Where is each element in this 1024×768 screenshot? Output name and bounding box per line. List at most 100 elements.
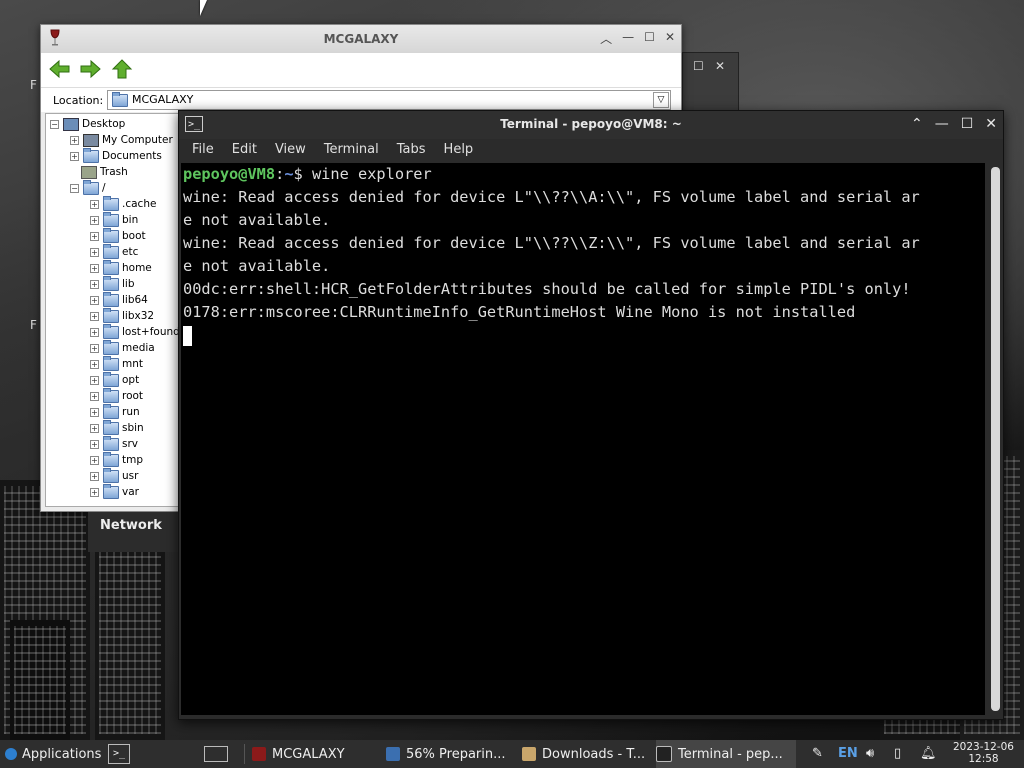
maximize-icon[interactable]: ☐ xyxy=(961,116,974,132)
tree-expander-icon[interactable]: + xyxy=(90,407,99,417)
tree-expander-icon[interactable]: + xyxy=(90,455,99,465)
taskbar-task[interactable]: 56% Preparin... xyxy=(386,740,516,768)
tree-expander-icon[interactable]: + xyxy=(90,327,99,337)
tree-item[interactable]: + opt xyxy=(90,371,139,388)
show-desktop-button[interactable] xyxy=(204,740,228,768)
terminal-output[interactable]: pepoyo@VM8:~$ wine explorer wine: Read a… xyxy=(181,163,985,715)
explorer-titlebar[interactable]: MCGALAXY ︿ — ☐ ✕ xyxy=(41,25,681,53)
tree-item[interactable]: − Desktop xyxy=(50,116,125,132)
tree-expander-icon[interactable]: + xyxy=(90,439,99,449)
menu-item-file[interactable]: File xyxy=(183,139,223,161)
folder-icon xyxy=(522,747,536,761)
up-arrow-icon[interactable] xyxy=(111,59,133,79)
tree-expander-icon[interactable]: + xyxy=(90,487,99,497)
tree-expander-icon[interactable]: + xyxy=(90,295,99,305)
chevron-up-icon[interactable]: ︿ xyxy=(600,30,612,47)
menu-item-help[interactable]: Help xyxy=(435,139,483,161)
tree-item[interactable]: + root xyxy=(90,387,143,404)
tree-expander-icon[interactable]: + xyxy=(70,135,79,145)
background-window[interactable]: ☐ ✕ xyxy=(682,52,739,114)
folder-tree[interactable]: − Desktop + My Computer + Documents Trash − / + .c… xyxy=(45,113,179,507)
tree-item[interactable]: + bin xyxy=(90,211,138,228)
forward-arrow-icon[interactable] xyxy=(79,59,101,79)
tree-item[interactable]: + home xyxy=(90,259,152,276)
terminal-scrollbar[interactable] xyxy=(991,167,1000,711)
tree-expander-icon[interactable]: − xyxy=(50,119,59,129)
tree-item[interactable]: + var xyxy=(90,483,139,500)
notification-bell-icon[interactable]: 🔔︎ xyxy=(920,746,937,761)
location-value: MCGALAXY xyxy=(132,93,194,106)
volume-icon[interactable]: 🔊︎ xyxy=(866,746,874,761)
minimize-icon[interactable]: — xyxy=(622,30,634,47)
output-line: wine: Read access denied for device L"\\… xyxy=(183,188,920,206)
tree-item[interactable]: + lib xyxy=(90,275,135,292)
minimize-icon[interactable]: — xyxy=(935,116,949,132)
terminal-launcher[interactable]: >_ xyxy=(108,740,130,768)
taskbar-task[interactable]: MCGALAXY xyxy=(252,740,380,768)
tree-expander-icon[interactable]: + xyxy=(90,231,99,241)
install-icon xyxy=(386,747,400,761)
taskbar-task[interactable]: Downloads - T... xyxy=(522,740,652,768)
tree-item[interactable]: + lib64 xyxy=(90,291,148,308)
tree-item[interactable]: + etc xyxy=(90,243,138,260)
tree-item[interactable]: − / xyxy=(70,179,106,196)
taskbar-task[interactable]: Terminal - pep... xyxy=(656,740,796,768)
tree-item[interactable]: + usr xyxy=(90,467,138,484)
clock[interactable]: 2023-12-06 12:58 xyxy=(953,741,1014,765)
tree-expander-icon[interactable]: + xyxy=(90,263,99,273)
tree-item-label: lib64 xyxy=(122,294,148,306)
tree-expander-icon[interactable]: + xyxy=(90,423,99,433)
tree-item[interactable]: + media xyxy=(90,339,155,356)
tree-expander-icon[interactable]: + xyxy=(90,199,99,209)
prompt-separator: : xyxy=(275,165,285,183)
menu-item-edit[interactable]: Edit xyxy=(223,139,266,161)
keyboard-layout[interactable]: EN xyxy=(838,746,858,761)
chevron-up-icon[interactable]: ⌃ xyxy=(911,116,923,132)
maximize-icon[interactable]: ☐ xyxy=(644,30,655,47)
tree-item-label: My Computer xyxy=(102,134,173,146)
maximize-icon[interactable]: ☐ xyxy=(693,59,704,73)
tree-expander-icon[interactable]: + xyxy=(90,279,99,289)
tree-item[interactable]: + tmp xyxy=(90,451,143,468)
menu-item-terminal[interactable]: Terminal xyxy=(315,139,388,161)
tree-item[interactable]: + srv xyxy=(90,435,138,452)
menu-item-tabs[interactable]: Tabs xyxy=(388,139,435,161)
folder-icon xyxy=(83,147,99,163)
tree-expander-icon[interactable]: + xyxy=(90,215,99,225)
battery-icon[interactable]: ▯ xyxy=(894,746,901,761)
tree-item[interactable]: Trash xyxy=(70,164,128,180)
tree-item[interactable]: + .cache xyxy=(90,195,156,212)
prompt-line: pepoyo@VM8:~$ wine explorer xyxy=(183,163,985,186)
tree-item[interactable]: + My Computer xyxy=(70,132,173,148)
xfce-logo-icon xyxy=(5,748,17,760)
chevron-down-icon[interactable]: ▽ xyxy=(653,92,669,108)
tree-expander-icon[interactable]: + xyxy=(90,311,99,321)
close-icon[interactable]: ✕ xyxy=(715,59,725,73)
terminal-window[interactable]: >_ Terminal - pepoyo@VM8: ~ ⌃ — ☐ ✕ File… xyxy=(178,110,1004,720)
close-icon[interactable]: ✕ xyxy=(985,116,997,132)
tree-item[interactable]: + sbin xyxy=(90,419,144,436)
tree-item[interactable]: + mnt xyxy=(90,355,143,372)
tree-expander-icon[interactable]: + xyxy=(90,391,99,401)
desktop-icon-label: F xyxy=(30,318,37,332)
tree-expander-icon[interactable]: + xyxy=(90,343,99,353)
output-line: wine: Read access denied for device L"\\… xyxy=(183,234,920,252)
tree-item[interactable]: + Documents xyxy=(70,147,162,164)
tree-expander-icon[interactable]: − xyxy=(70,183,79,193)
applications-menu-button[interactable]: Applications xyxy=(4,740,101,768)
tree-expander-icon[interactable]: + xyxy=(70,151,79,161)
tree-expander-icon[interactable]: + xyxy=(90,375,99,385)
tree-item[interactable]: + run xyxy=(90,403,140,420)
tree-item[interactable]: + boot xyxy=(90,227,146,244)
network-icon[interactable]: ✎ xyxy=(812,746,823,761)
location-combobox[interactable]: MCGALAXY ▽ xyxy=(107,90,671,110)
tree-item[interactable]: + lost+found xyxy=(90,323,178,340)
tree-item[interactable]: + libx32 xyxy=(90,307,154,324)
menu-item-view[interactable]: View xyxy=(266,139,315,161)
tree-expander-icon[interactable]: + xyxy=(90,471,99,481)
terminal-titlebar[interactable]: >_ Terminal - pepoyo@VM8: ~ ⌃ — ☐ ✕ xyxy=(179,111,1003,139)
close-icon[interactable]: ✕ xyxy=(665,30,675,47)
tree-expander-icon[interactable]: + xyxy=(90,359,99,369)
tree-expander-icon[interactable]: + xyxy=(90,247,99,257)
back-arrow-icon[interactable] xyxy=(49,59,71,79)
